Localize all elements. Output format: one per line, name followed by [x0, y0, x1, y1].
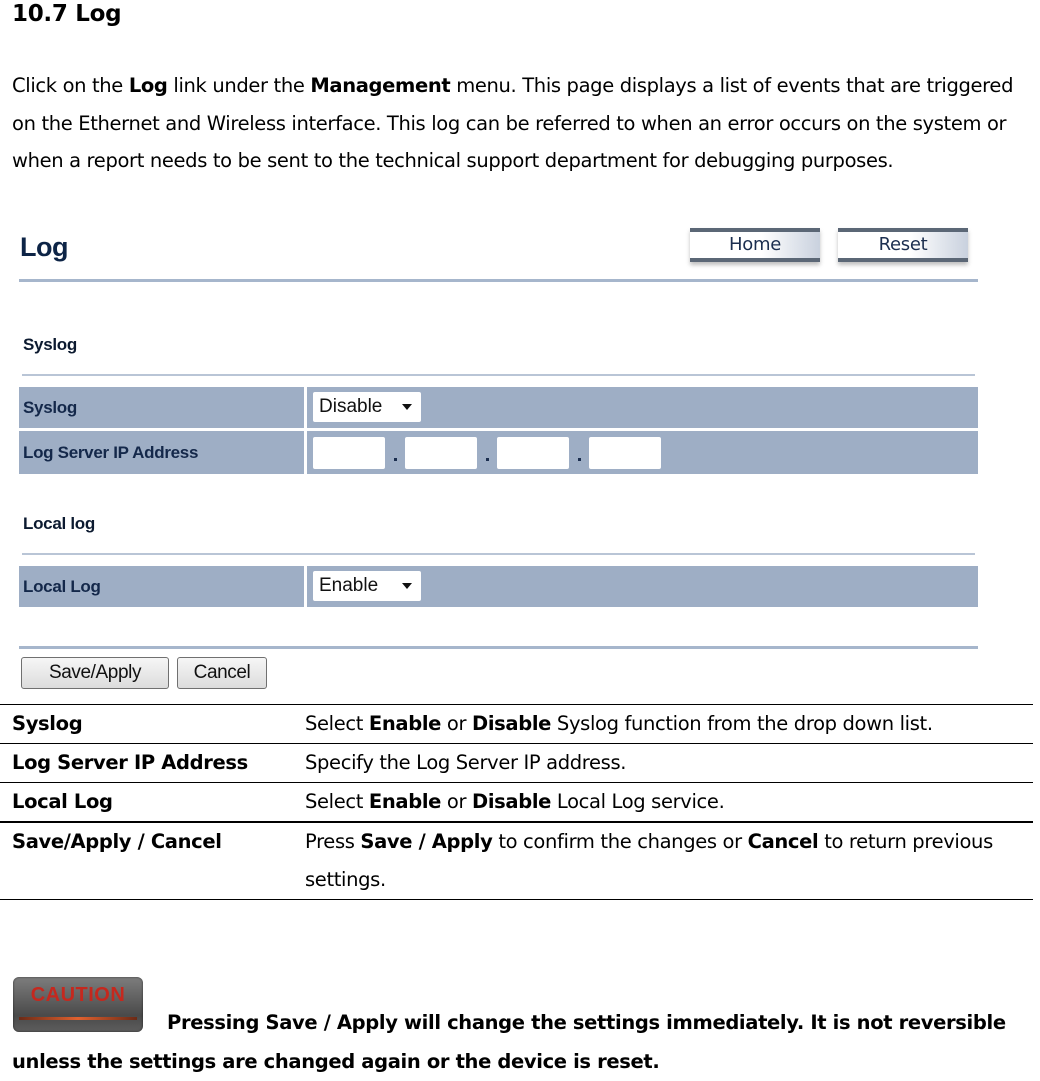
caution-message: Pressing Save / Apply will change the se…	[12, 1011, 1006, 1073]
local-log-row: Local Log Enable	[19, 566, 978, 607]
table-row: Save/Apply / Cancel Press Save / Apply t…	[0, 821, 1033, 899]
syslog-selected-value: Disable	[319, 396, 383, 417]
syslog-section-label: Syslog	[23, 335, 77, 354]
intro-text: link under the	[167, 74, 311, 97]
row-key: Local Log	[12, 790, 113, 813]
description-table: Syslog Select Enable or Disable Syslog f…	[0, 704, 1033, 900]
home-button[interactable]: Home	[690, 228, 820, 262]
row-description: Specify the Log Server IP address.	[305, 751, 627, 774]
local-log-section-label: Local log	[23, 514, 95, 533]
log-server-label: Log Server IP Address	[19, 431, 304, 474]
cancel-button[interactable]: Cancel	[177, 657, 267, 689]
table-row: Log Server IP Address Specify the Log Se…	[0, 743, 1033, 782]
local-log-selected-value: Enable	[319, 575, 379, 596]
log-server-value-cell	[307, 431, 978, 474]
row-description: Select Enable or Disable Syslog function…	[305, 712, 933, 735]
local-log-value-cell: Enable	[307, 566, 978, 607]
local-log-label: Local Log	[19, 566, 304, 607]
row-key: Save/Apply / Cancel	[12, 830, 222, 853]
syslog-row: Syslog Disable	[19, 387, 978, 428]
ip-separator	[578, 458, 581, 461]
local-log-select[interactable]: Enable	[313, 571, 421, 601]
panel-title: Log	[20, 232, 68, 262]
log-server-row: Log Server IP Address	[19, 431, 978, 474]
ip-octet-2-input[interactable]	[405, 437, 477, 469]
row-key: Syslog	[12, 712, 83, 735]
chevron-down-icon	[402, 404, 412, 410]
ip-octet-4-input[interactable]	[589, 437, 661, 469]
ip-separator	[394, 458, 397, 461]
log-settings-screenshot: Log Home Reset Syslog Syslog Disable Log…	[0, 222, 1040, 696]
syslog-label: Syslog	[19, 387, 304, 428]
chevron-down-icon	[402, 583, 412, 589]
divider	[19, 279, 978, 282]
row-description: Press Save / Apply to confirm the change…	[305, 830, 993, 891]
intro-text: Click on the	[12, 74, 129, 97]
reset-button[interactable]: Reset	[838, 228, 968, 262]
table-row: Local Log Select Enable or Disable Local…	[0, 782, 1033, 821]
syslog-value-cell: Disable	[307, 387, 978, 428]
ip-octet-3-input[interactable]	[497, 437, 569, 469]
row-description: Select Enable or Disable Local Log servi…	[305, 790, 725, 813]
intro-paragraph: Click on the Log link under the Manageme…	[12, 67, 1040, 180]
divider	[0, 899, 1033, 900]
ip-separator	[486, 458, 489, 461]
ip-octet-1-input[interactable]	[313, 437, 385, 469]
divider	[22, 553, 975, 555]
row-key: Log Server IP Address	[12, 751, 248, 774]
syslog-select[interactable]: Disable	[313, 392, 421, 422]
save-apply-button[interactable]: Save/Apply	[21, 657, 169, 689]
section-heading: 10.7 Log	[12, 1, 122, 27]
divider	[22, 374, 975, 376]
table-row: Syslog Select Enable or Disable Syslog f…	[0, 704, 1033, 743]
log-link-term: Log	[128, 74, 168, 97]
management-menu-term: Management	[310, 74, 451, 97]
divider	[19, 646, 978, 649]
